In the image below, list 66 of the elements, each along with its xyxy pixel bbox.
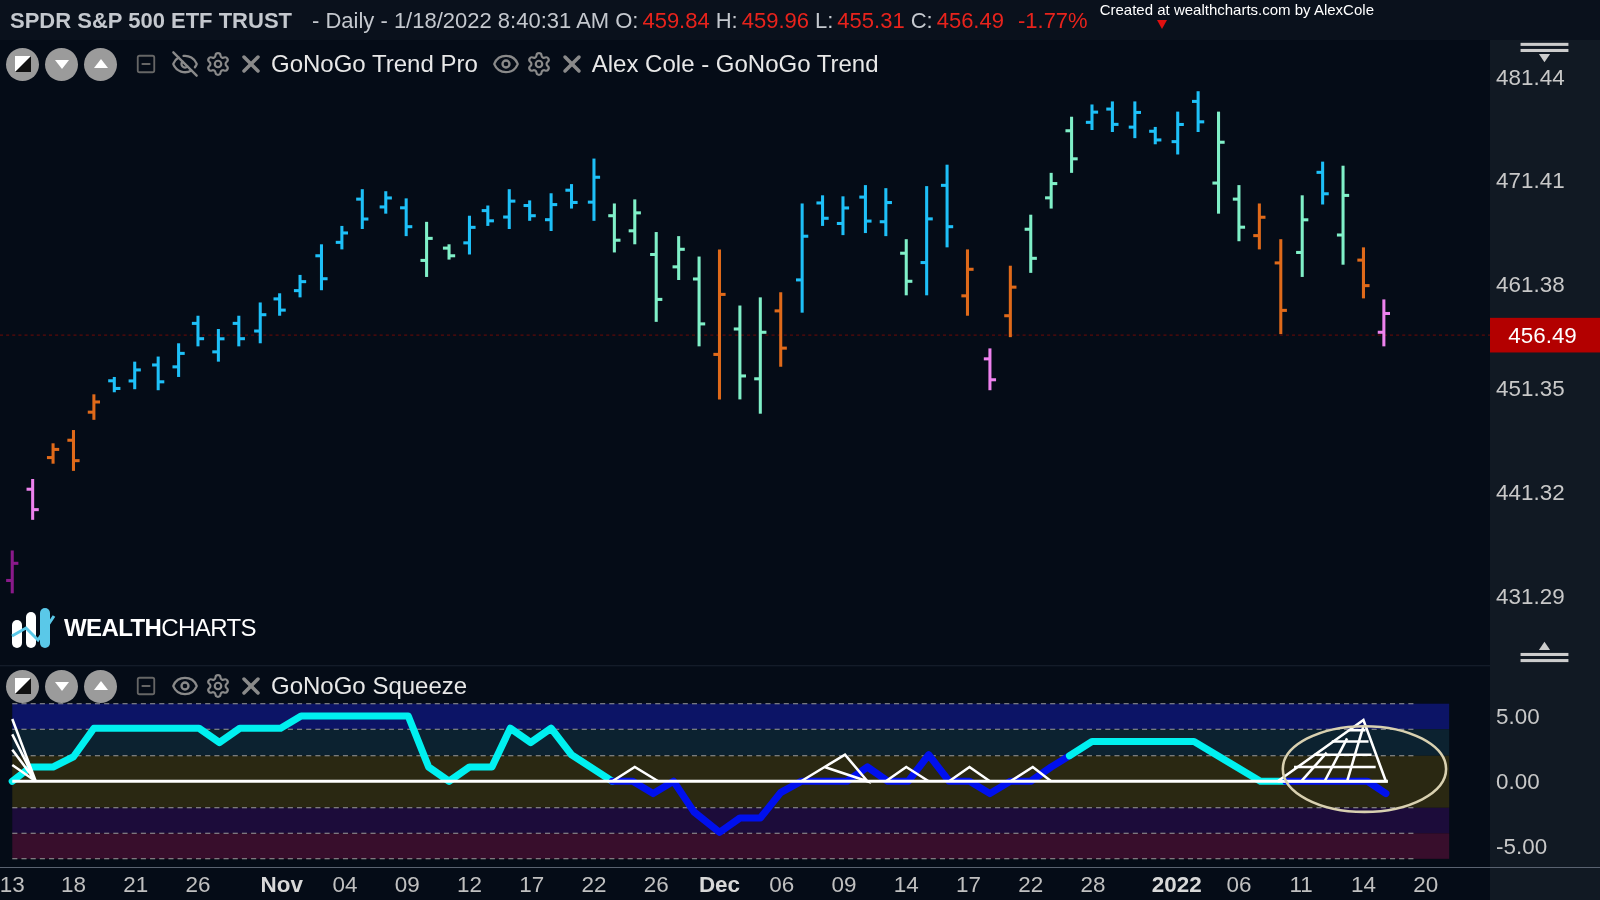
time-tick: 28 (1080, 871, 1106, 897)
move-up-button[interactable] (84, 669, 117, 703)
credit-text: Created at wealthcharts.com by AlexCole (1099, 2, 1374, 17)
time-tick: 22 (1018, 871, 1044, 897)
minimize-icon[interactable] (135, 675, 157, 697)
settings-icon[interactable] (525, 51, 552, 77)
ohlc-value: 459.96 (741, 6, 809, 35)
time-tick: 04 (332, 871, 358, 897)
price-tick: 481.44 (1496, 64, 1565, 90)
settings-icon[interactable] (205, 673, 231, 699)
settings-icon[interactable] (205, 51, 231, 77)
time-tick: 21 (123, 871, 149, 897)
time-tick: 26 (643, 871, 669, 897)
change-percent: -1.77% (1017, 6, 1088, 35)
time-tick: 14 (893, 871, 919, 897)
time-tick: 26 (185, 871, 211, 897)
time-tick: 13 (0, 871, 25, 897)
indicator-name: Alex Cole - GoNoGo Trend (591, 49, 879, 79)
collapse-pane-button[interactable] (6, 669, 39, 703)
ohlc-label: H: (715, 6, 738, 35)
squeeze-tick: -5.00 (1496, 833, 1548, 859)
ohlc-label: C: (910, 6, 933, 35)
move-up-button[interactable] (84, 47, 117, 81)
ohlc-label: L: (815, 6, 834, 35)
eye-off-icon[interactable] (171, 50, 199, 78)
ohlc-value: 459.84 (642, 6, 710, 35)
move-down-button[interactable] (45, 47, 78, 81)
price-tick: 471.41 (1496, 168, 1565, 194)
logo-text: WEALTHCHARTS (64, 613, 256, 643)
time-tick: 20 (1413, 871, 1439, 897)
time-tick: Nov (260, 871, 303, 897)
marker-icon (1157, 20, 1167, 30)
minimize-icon[interactable] (135, 53, 157, 75)
price-tick: 451.35 (1496, 376, 1565, 402)
time-tick: 09 (394, 871, 420, 897)
time-tick: 18 (61, 871, 86, 897)
collapse-pane-button[interactable] (6, 47, 39, 81)
last-price-label: 456.49 (1490, 317, 1600, 353)
time-tick: 22 (581, 871, 607, 897)
interval-time: - Daily - 1/18/2022 8:40:31 AM (312, 6, 610, 35)
time-tick: 06 (1226, 871, 1252, 897)
price-tick: 461.38 (1496, 272, 1565, 298)
time-tick: 12 (456, 871, 482, 897)
indicator-name: GoNoGo Squeeze (271, 671, 468, 701)
indicator-name: GoNoGo Trend Pro (271, 49, 478, 79)
expand-icon (13, 677, 32, 695)
time-tick: 17 (956, 871, 981, 897)
ohlc-value: 455.31 (837, 6, 905, 35)
squeeze-tick: 0.00 (1496, 768, 1540, 794)
scale-up-icon[interactable] (1520, 641, 1569, 663)
squeeze-tick: 5.00 (1496, 704, 1540, 730)
ohlc-value: 456.49 (936, 6, 1004, 35)
price-tick: 441.32 (1496, 480, 1565, 506)
time-tick: Dec (698, 871, 741, 897)
time-tick: 17 (519, 871, 545, 897)
scale-down-icon[interactable] (1520, 42, 1569, 63)
time-tick: 2022 (1151, 871, 1202, 897)
time-tick: 14 (1350, 871, 1376, 897)
move-down-button[interactable] (45, 669, 78, 703)
time-tick: 06 (769, 871, 795, 897)
expand-icon (13, 55, 32, 73)
time-tick: 09 (831, 871, 857, 897)
time-tick: 11 (1289, 871, 1313, 897)
price-tick: 431.29 (1496, 584, 1565, 610)
ohlc-label: O: (615, 6, 639, 35)
symbol-title: SPDR S&P 500 ETF TRUST (10, 6, 292, 35)
